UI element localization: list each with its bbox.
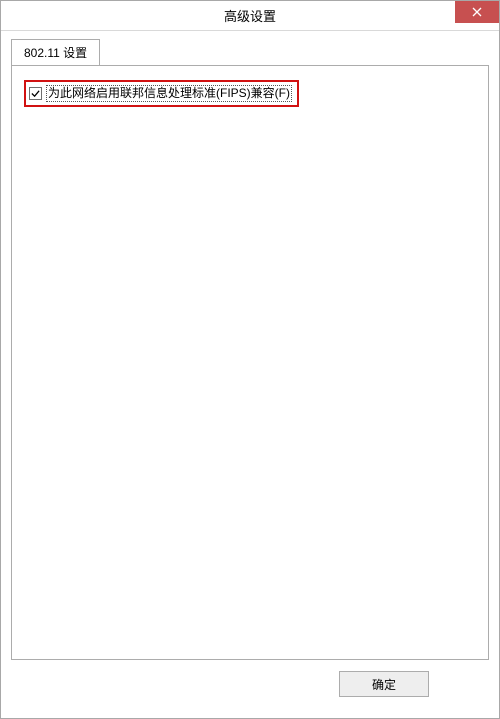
tab-strip: 802.11 设置 bbox=[11, 39, 489, 65]
tab-label: 802.11 设置 bbox=[24, 46, 87, 60]
ok-button[interactable]: 确定 bbox=[339, 671, 429, 697]
title-bar: 高级设置 bbox=[1, 1, 499, 31]
fips-checkbox-label[interactable]: 为此网络启用联邦信息处理标准(FIPS)兼容(F) bbox=[46, 85, 292, 102]
check-icon bbox=[31, 89, 40, 98]
tab-80211-settings[interactable]: 802.11 设置 bbox=[11, 39, 100, 66]
fips-checkbox[interactable] bbox=[29, 87, 42, 100]
close-icon bbox=[472, 7, 482, 17]
tab-panel: 为此网络启用联邦信息处理标准(FIPS)兼容(F) bbox=[11, 65, 489, 660]
window-title: 高级设置 bbox=[224, 6, 276, 25]
close-button[interactable] bbox=[455, 1, 499, 23]
advanced-settings-dialog: 高级设置 802.11 设置 为此网络启用联邦信息处理标准(FIPS)兼容(F) bbox=[0, 0, 500, 719]
client-area: 802.11 设置 为此网络启用联邦信息处理标准(FIPS)兼容(F) 确定 bbox=[1, 31, 499, 718]
dialog-button-row: 确定 bbox=[11, 660, 489, 708]
fips-option-highlight: 为此网络启用联邦信息处理标准(FIPS)兼容(F) bbox=[24, 80, 299, 107]
ok-button-label: 确定 bbox=[372, 676, 396, 693]
